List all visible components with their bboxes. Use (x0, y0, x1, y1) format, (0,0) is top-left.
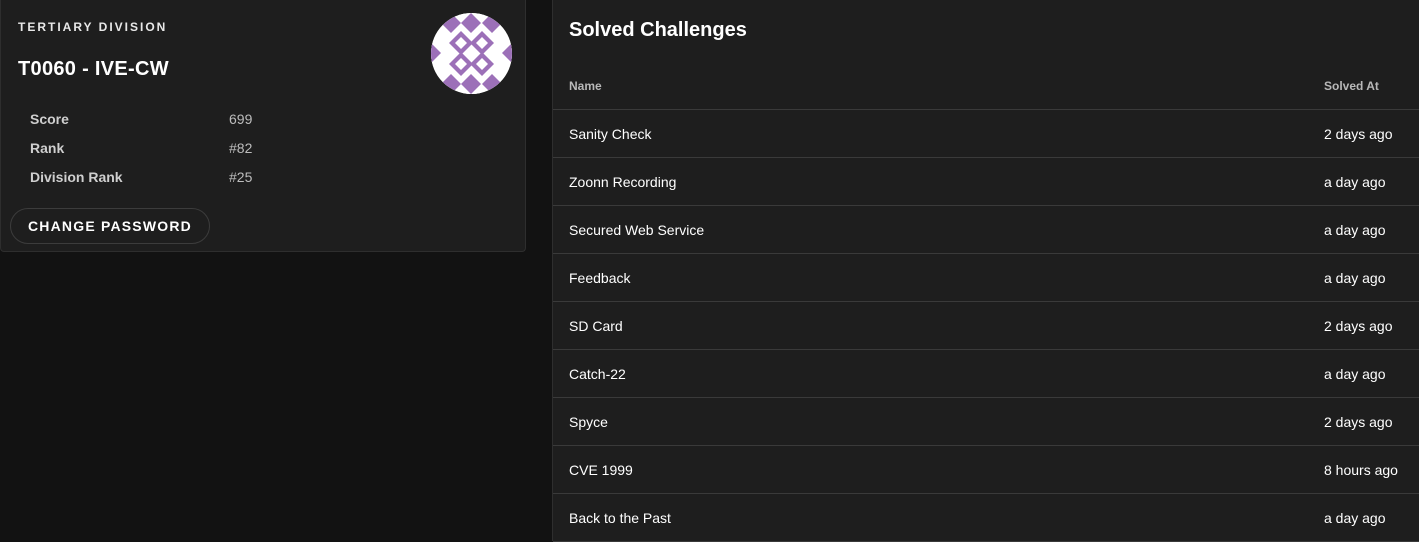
challenge-name: SD Card (569, 317, 623, 334)
identicon-icon (431, 13, 512, 94)
solved-at: 8 hours ago (1324, 461, 1398, 478)
stat-label: Score (30, 110, 69, 127)
solved-at: a day ago (1324, 269, 1386, 286)
table-row[interactable]: Back to the Past a day ago (553, 494, 1419, 542)
challenge-name: CVE 1999 (569, 461, 633, 478)
team-name: T0060 - IVE-CW (18, 58, 169, 80)
table-header: Name Solved At (553, 62, 1419, 110)
team-avatar (431, 13, 512, 94)
challenge-name: Catch-22 (569, 365, 626, 382)
stat-value: 699 (229, 110, 253, 127)
table-row[interactable]: Zoonn Recording a day ago (553, 158, 1419, 206)
table-row[interactable]: SD Card 2 days ago (553, 302, 1419, 350)
solved-at: 2 days ago (1324, 125, 1393, 142)
stat-score: Score 699 (30, 104, 252, 133)
table-row[interactable]: Feedback a day ago (553, 254, 1419, 302)
table-row[interactable]: Secured Web Service a day ago (553, 206, 1419, 254)
stat-value: #25 (229, 168, 253, 185)
challenge-name: Back to the Past (569, 509, 671, 526)
challenge-name: Spyce (569, 413, 608, 430)
column-header-solved-at[interactable]: Solved At (1324, 79, 1379, 93)
stat-label: Rank (30, 139, 65, 156)
solved-challenges-title: Solved Challenges (569, 19, 747, 41)
challenge-name: Secured Web Service (569, 221, 705, 238)
solved-challenges-card: Solved Challenges Name Solved At Sanity … (552, 0, 1419, 542)
table-row[interactable]: Sanity Check 2 days ago (553, 110, 1419, 158)
column-header-name[interactable]: Name (553, 79, 1324, 93)
solved-at: a day ago (1324, 509, 1386, 526)
stat-value: #82 (229, 139, 253, 156)
stat-division-rank: Division Rank #25 (30, 162, 252, 191)
table-row[interactable]: CVE 1999 8 hours ago (553, 446, 1419, 494)
challenge-name: Feedback (569, 269, 631, 286)
solved-at: a day ago (1324, 365, 1386, 382)
table-row[interactable]: Catch-22 a day ago (553, 350, 1419, 398)
challenge-name: Sanity Check (569, 125, 652, 142)
solved-at: a day ago (1324, 221, 1386, 238)
challenge-name: Zoonn Recording (569, 173, 677, 190)
stat-rank: Rank #82 (30, 133, 252, 162)
solved-challenges-table: Name Solved At Sanity Check 2 days ago Z… (553, 62, 1419, 542)
stat-label: Division Rank (30, 168, 123, 185)
solved-at: 2 days ago (1324, 413, 1393, 430)
division-label: TERTIARY DIVISION (18, 20, 168, 34)
change-password-button[interactable]: CHANGE PASSWORD (10, 208, 210, 244)
table-row[interactable]: Spyce 2 days ago (553, 398, 1419, 446)
solved-at: a day ago (1324, 173, 1386, 190)
solved-at: 2 days ago (1324, 317, 1393, 334)
team-stats: Score 699 Rank #82 Division Rank #25 (30, 104, 252, 191)
team-profile-card: TERTIARY DIVISION T0060 - IVE-CW Score 6… (0, 0, 526, 252)
